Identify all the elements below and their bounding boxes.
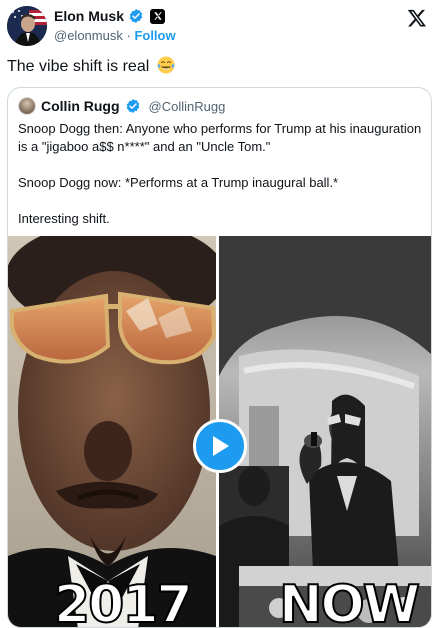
quoted-author-avatar[interactable]	[18, 97, 36, 115]
x-logo-icon[interactable]	[407, 8, 427, 28]
video-frame-then: 2017	[8, 236, 216, 628]
quoted-paragraph: Snoop Dogg now: *Performs at a Trump ina…	[18, 175, 339, 190]
author-handle-row: @elonmusk · Follow	[54, 28, 176, 43]
tweet-text: The vibe shift is real	[7, 56, 175, 76]
play-icon	[213, 436, 229, 456]
tweet-header: Elon Musk @elonmusk · Follow	[0, 0, 439, 50]
quoted-paragraph: Interesting shift.	[18, 211, 110, 226]
author-name-row: Elon Musk	[54, 8, 166, 24]
quoted-author-handle[interactable]: @CollinRugg	[149, 99, 226, 114]
quoted-header: Collin Rugg @CollinRugg	[18, 97, 225, 115]
performer-closeup-image	[8, 236, 216, 627]
caption-now: NOW	[278, 574, 421, 628]
quoted-author-name[interactable]: Collin Rugg	[41, 98, 120, 114]
quoted-tweet-card[interactable]: Collin Rugg @CollinRugg Snoop Dogg then:…	[7, 87, 432, 628]
tears-of-joy-emoji-icon	[157, 56, 175, 74]
verified-badge-icon	[129, 9, 143, 23]
caption-then: 2017	[53, 574, 194, 628]
author-avatar[interactable]	[7, 6, 47, 46]
video-frame-now: NOW	[219, 236, 431, 628]
handle-separator: ·	[126, 28, 131, 43]
play-button[interactable]	[193, 419, 247, 473]
flag-background-icon	[7, 6, 47, 46]
x-affiliation-badge-icon	[150, 8, 166, 24]
quoted-body: Snoop Dogg then: Anyone who performs for…	[18, 120, 423, 246]
follow-button[interactable]: Follow	[134, 28, 175, 43]
author-handle[interactable]: @elonmusk	[54, 28, 123, 43]
performer-stage-image	[219, 236, 431, 627]
verified-badge-icon	[126, 99, 139, 113]
video-media[interactable]: 2017 NOW	[8, 236, 431, 628]
author-name[interactable]: Elon Musk	[54, 8, 124, 24]
tweet-body: The vibe shift is real	[7, 58, 150, 75]
quoted-paragraph: Snoop Dogg then: Anyone who performs for…	[18, 121, 422, 154]
